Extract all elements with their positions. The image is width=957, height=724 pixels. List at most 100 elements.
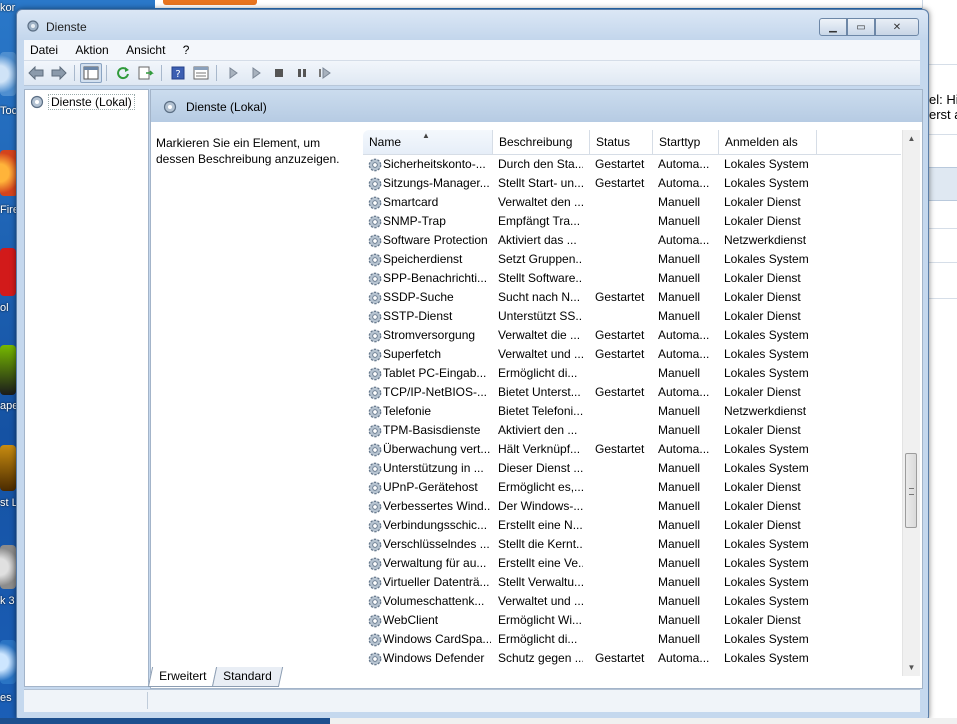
tree-item-services-local[interactable]: Dienste (Lokal) [29, 94, 135, 110]
refresh-button[interactable] [112, 63, 134, 83]
column-header-starttype[interactable]: Starttyp [653, 130, 719, 154]
column-header-logon[interactable]: Anmelden als [719, 130, 817, 154]
menu-ansicht[interactable]: Ansicht [120, 40, 171, 60]
service-gear-icon [368, 576, 382, 590]
show-hide-console-tree-button[interactable] [80, 63, 102, 83]
table-row[interactable]: Telefonie Bietet Telefoni... Manuell Netzwe… [363, 402, 901, 421]
menu-datei[interactable]: Datei [24, 40, 64, 60]
start-service-button[interactable] [222, 63, 244, 83]
table-row[interactable]: Unterstützung in ... Dieser Dienst ... Man… [363, 459, 901, 478]
service-name: Software Protection [383, 233, 488, 247]
help-button[interactable]: ? [167, 63, 189, 83]
table-row[interactable]: Tablet PC-Eingab... Ermöglicht di... Manue… [363, 364, 901, 383]
export-list-button[interactable] [135, 63, 157, 83]
service-description-cell: Verwaltet den ... [498, 195, 583, 209]
tab-erweitert[interactable]: Erweitert [147, 667, 218, 687]
vertical-scrollbar[interactable]: ▲ ▼ [902, 130, 920, 676]
service-description-cell: Stellt Verwaltu... [498, 575, 583, 589]
scroll-down-arrow-icon[interactable]: ▼ [903, 659, 920, 676]
properties-view-button[interactable] [190, 63, 212, 83]
tree-item-label: Dienste (Lokal) [48, 94, 135, 110]
start-service-alt-button[interactable] [245, 63, 267, 83]
table-row[interactable]: SNMP-Trap Empfängt Tra... Manuell Lokaler D… [363, 212, 901, 231]
service-status [595, 497, 653, 516]
stop-service-button[interactable] [268, 63, 290, 83]
service-gear-icon [368, 443, 382, 457]
pause-icon [298, 69, 306, 77]
menu-aktion[interactable]: Aktion [69, 40, 114, 60]
table-row[interactable]: TCP/IP-NetBIOS-... Bietet Unterst... Gesta… [363, 383, 901, 402]
table-row[interactable]: Verbindungsschic... Erstellt eine N... Man… [363, 516, 901, 535]
desktop-icon[interactable] [0, 52, 16, 96]
service-starttype: Manuell [658, 594, 701, 608]
restart-service-button[interactable] [314, 63, 336, 83]
service-description-cell: Setzt Gruppen... [498, 252, 583, 266]
desktop-icon-label: kor [0, 2, 16, 14]
app-desktop-icon[interactable] [0, 640, 16, 684]
desktop-icon-label: ol [0, 302, 9, 314]
service-status [595, 592, 653, 611]
nvidia-desktop-icon[interactable] [0, 345, 16, 395]
table-row[interactable]: Windows Defender Schutz gegen ... Gestarte… [363, 649, 901, 668]
service-gear-icon [368, 652, 382, 666]
table-row[interactable]: Windows CardSpa... Ermöglicht di... Manuel… [363, 630, 901, 649]
table-row[interactable]: Sitzungs-Manager... Stellt Start- un... Ge… [363, 174, 901, 193]
game-desktop-icon[interactable] [0, 445, 16, 491]
antivirus-desktop-icon[interactable] [0, 248, 16, 296]
tab-standard[interactable]: Standard [212, 667, 284, 687]
service-starttype: Manuell [658, 195, 701, 209]
table-row[interactable]: TPM-Basisdienste Aktiviert den ... Manuell… [363, 421, 901, 440]
service-description-cell: Verwaltet die ... [498, 328, 581, 342]
title-bar[interactable]: Dienste ▁ ▭ ✕ [17, 10, 928, 40]
service-name: TPM-Basisdienste [383, 423, 481, 437]
service-gear-icon [368, 462, 382, 476]
table-row[interactable]: Smartcard Verwaltet den ... Manuell Lokaler… [363, 193, 901, 212]
table-row[interactable]: WebClient Ermöglicht Wi... Manuell Lokaler … [363, 611, 901, 630]
table-row[interactable]: Stromversorgung Verwaltet die ... Gestarte… [363, 326, 901, 345]
forward-button[interactable] [48, 63, 70, 83]
service-logon: Lokaler Dienst [724, 518, 801, 532]
table-row[interactable]: UPnP-Gerätehost Ermöglicht es,... Manuell L… [363, 478, 901, 497]
table-row[interactable]: Sicherheitskonto-... Durch den Sta... Gest… [363, 155, 901, 174]
scroll-up-arrow-icon[interactable]: ▲ [903, 130, 920, 147]
table-row[interactable]: Verbessertes Wind... Der Windows-... Manue… [363, 497, 901, 516]
table-row[interactable]: SPP-Benachrichti... Stellt Software... Man… [363, 269, 901, 288]
pause-service-button[interactable] [291, 63, 313, 83]
maximize-button[interactable]: ▭ [847, 18, 875, 36]
disc-desktop-icon[interactable] [0, 545, 16, 589]
service-logon: Lokales System [724, 442, 809, 456]
menu-help[interactable]: ? [177, 40, 196, 60]
column-header-name[interactable]: ▲ Name [363, 130, 493, 154]
column-header-status[interactable]: Status [590, 130, 653, 154]
service-logon: Lokaler Dienst [724, 271, 801, 285]
service-starttype: Manuell [658, 290, 701, 304]
back-button[interactable] [25, 63, 47, 83]
scrollbar-thumb[interactable] [905, 453, 917, 528]
table-row[interactable]: SSTP-Dienst Unterstützt SS... Manuell Lokal… [363, 307, 901, 326]
service-description-cell: Erstellt eine Ve... [498, 556, 583, 570]
service-name: SSTP-Dienst [383, 309, 453, 323]
column-header-description[interactable]: Beschreibung [493, 130, 590, 154]
table-row[interactable]: Software Protection Aktiviert das ... Auto… [363, 231, 901, 250]
service-starttype: Manuell [658, 271, 701, 285]
service-status: Gestartet [595, 176, 645, 190]
table-row[interactable]: SSDP-Suche Sucht nach N... Gestartet Manuel… [363, 288, 901, 307]
services-list: ▲ Name Beschreibung Status Starttyp Anme… [363, 130, 920, 676]
service-logon: Lokales System [724, 252, 809, 266]
service-name: Superfetch [383, 347, 442, 361]
table-row[interactable]: Speicherdienst Setzt Gruppen... Manuell Lok… [363, 250, 901, 269]
service-logon: Lokales System [724, 651, 809, 665]
table-row[interactable]: Virtueller Datenträ... Stellt Verwaltu...… [363, 573, 901, 592]
svg-text:?: ? [175, 69, 180, 80]
minimize-button[interactable]: ▁ [819, 18, 847, 36]
service-starttype: Manuell [658, 252, 701, 266]
service-logon: Lokales System [724, 556, 809, 570]
toolbar-separator [106, 65, 107, 81]
close-button[interactable]: ✕ [875, 18, 919, 36]
table-row[interactable]: Superfetch Verwaltet und ... Gestartet Auto… [363, 345, 901, 364]
table-row[interactable]: Verschlüsselndes ... Stellt die Kernt... M… [363, 535, 901, 554]
service-description-cell: Schutz gegen ... [498, 651, 583, 665]
table-row[interactable]: Verwaltung für au... Erstellt eine Ve... M… [363, 554, 901, 573]
table-row[interactable]: Überwachung vert... Hält Verknüpf... Gesta… [363, 440, 901, 459]
table-row[interactable]: Volumeschattenk... Verwaltet und ... Manue… [363, 592, 901, 611]
